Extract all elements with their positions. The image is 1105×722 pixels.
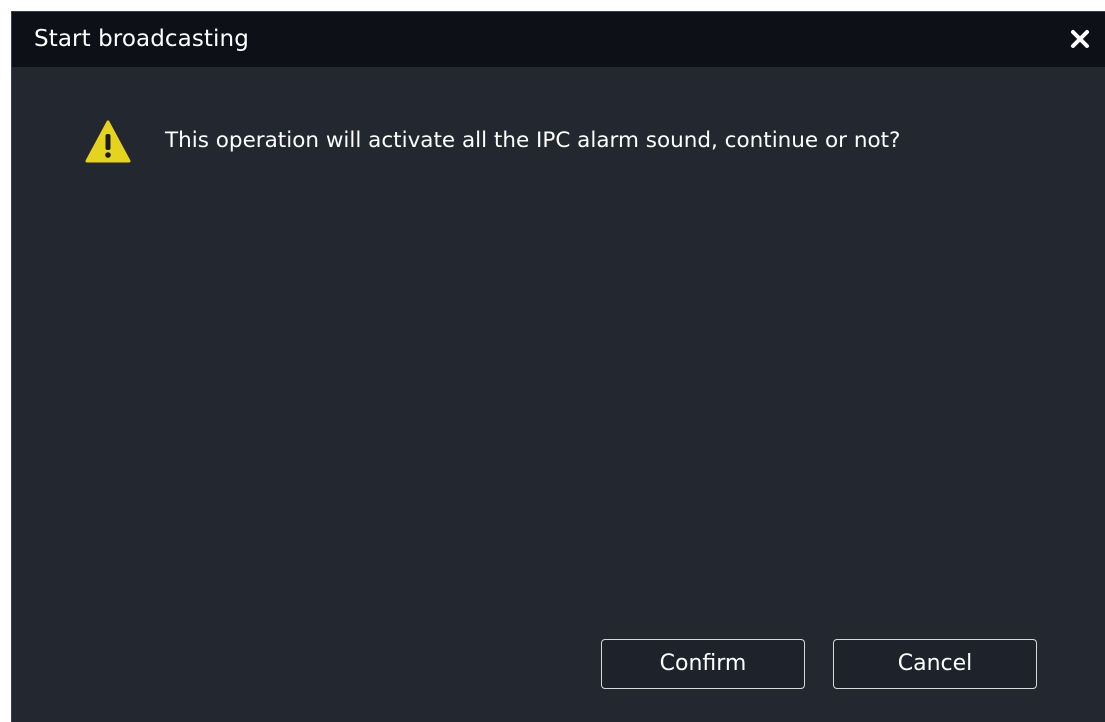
cancel-button[interactable]: Cancel [833, 639, 1037, 689]
warning-icon [84, 118, 132, 166]
confirm-button[interactable]: Confirm [601, 639, 805, 689]
broadcast-dialog: Start broadcasting This operation will a… [11, 11, 1105, 722]
close-icon[interactable] [1065, 24, 1095, 54]
dialog-title: Start broadcasting [34, 26, 249, 52]
dialog-message: This operation will activate all the IPC… [165, 128, 901, 153]
dialog-titlebar: Start broadcasting [12, 12, 1105, 67]
